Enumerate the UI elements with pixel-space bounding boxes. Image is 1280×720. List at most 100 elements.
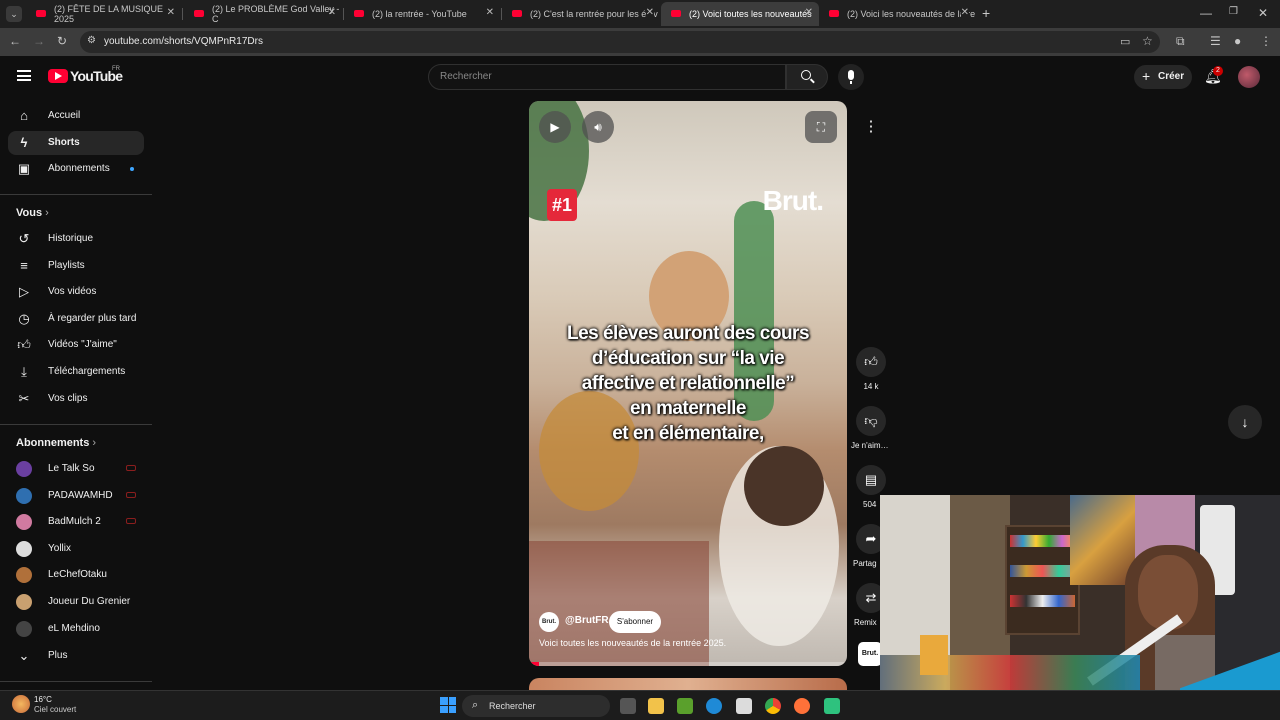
subscribe-button[interactable]: S'abonner [609,611,661,633]
close-tab-icon[interactable]: ✕ [805,7,813,18]
webcam-figures [1010,535,1075,547]
address-bar[interactable]: ⚙ youtube.com/shorts/VQMPnR17Drs ▭ ☆ [80,31,1160,53]
sidebar-divider [0,424,152,425]
sidebar-subscription-item[interactable]: BadMulch 2 [8,510,144,534]
sidebar-item-label: Accueil [48,110,81,121]
channel-handle[interactable]: @BrutFR [565,615,609,626]
close-tab-icon[interactable]: ✕ [328,7,336,18]
sidebar-item-playlists[interactable]: ≡ Playlists [8,254,144,278]
forward-icon[interactable]: → [33,34,45,48]
site-info-icon[interactable]: ⚙ [87,35,96,46]
video-frame-child-hair [744,446,824,526]
restore-icon[interactable]: ❐ [1229,6,1238,17]
close-tab-icon[interactable]: ✕ [486,7,494,18]
new-tab-button[interactable]: + [982,5,990,21]
youtube-logo-icon[interactable] [48,69,68,83]
cast-icon[interactable]: ▭ [1120,35,1130,48]
sidebar-subscription-item[interactable]: PADAWAMHD [8,484,144,508]
short-video-player[interactable]: ▶ 🔊︎ ⛶ #1 Brut. Les élèves auront des co… [529,101,847,666]
close-tab-icon[interactable]: ✕ [645,7,654,18]
video-caption: Les élèves auront des cours d’éducation … [529,321,847,446]
sidebar-item-home[interactable]: ⌂ Accueil [8,104,144,128]
taskbar-search[interactable]: ⌕ Rechercher [462,695,610,717]
play-button[interactable]: ▶ [539,111,571,143]
sidebar-item-history[interactable]: ↺ Historique [8,227,144,251]
back-icon[interactable]: ← [9,34,21,48]
volume-icon[interactable]: 🔊︎ [582,111,614,143]
media-controls-icon[interactable]: ☰ [1210,34,1221,48]
search-button[interactable] [786,64,828,90]
like-button[interactable]: 👍︎ [856,347,886,377]
short-title[interactable]: Voici toutes les nouveautés de la rentré… [539,638,726,648]
next-short-button[interactable]: ↓ [1228,405,1262,439]
sidebar-item-shorts[interactable]: ϟ Shorts [8,131,144,155]
search-input[interactable]: Rechercher [428,64,786,90]
reload-icon[interactable]: ↻ [57,34,67,48]
weather-temp[interactable]: 16°C [34,695,52,704]
sound-thumbnail[interactable]: Brut. [858,642,882,666]
app-icon[interactable] [824,698,840,714]
progress-fill [529,662,539,666]
minimize-icon[interactable]: — [1200,6,1212,20]
extensions-icon[interactable]: ⧉ [1176,34,1185,49]
sidebar-item-downloads[interactable]: ⤓ Téléchargements [8,360,144,384]
next-short-preview[interactable] [529,678,847,690]
store-icon[interactable] [736,698,752,714]
browser-menu-icon[interactable]: ⋮ [1260,34,1272,48]
shorts-icon: ϟ [20,135,28,150]
dislike-button[interactable]: 👎︎ [856,406,886,436]
close-tab-icon[interactable]: ✕ [167,7,175,18]
sidebar-item-label: Playlists [48,260,85,271]
search-icon: ⌕ [472,699,479,711]
chrome-icon[interactable] [765,698,781,714]
create-button[interactable]: + Créer [1134,65,1192,89]
task-view-icon[interactable] [620,698,636,714]
sidebar-subscription-item[interactable]: Le Talk So [8,457,144,481]
youtube-favicon-icon [512,10,522,17]
sidebar-item-liked-videos[interactable]: 👍︎ Vidéos "J'aime" [8,333,144,357]
voice-search-button[interactable] [838,64,864,90]
firefox-icon[interactable] [794,698,810,714]
caption-line: d’éducation sur “la vie [591,348,785,369]
subscriptions-section-heading[interactable]: Abonnements › [16,437,96,449]
browser-tab[interactable]: (2) Voici les nouveautés de la re ✕ [819,2,975,26]
menu-icon[interactable] [17,70,31,81]
comments-button[interactable]: ▤ [856,465,886,495]
sidebar-item-your-videos[interactable]: ▷ Vos vidéos [8,280,144,304]
weather-desc[interactable]: Ciel couvert [34,705,76,714]
browser-tab-active[interactable]: (2) Voici toutes les nouveautés ✕ [661,2,819,26]
account-avatar[interactable] [1238,66,1260,88]
sidebar-subscription-item[interactable]: Yollix [8,537,144,561]
browser-tab[interactable]: (2) la rentrée - YouTube ✕ [344,2,500,26]
webcam-cereal-box [920,635,948,675]
sidebar-item-subscriptions[interactable]: ▣ Abonnements [8,157,144,181]
sidebar-item-show-more[interactable]: ⌄ Plus [8,644,144,668]
tab-search-icon[interactable]: ⌄ [6,6,22,22]
nvidia-icon[interactable] [677,698,693,714]
sidebar-subscription-item[interactable]: LeChefOtaku [8,563,144,587]
sidebar-subscription-item[interactable]: eL Mehdino [8,617,144,641]
bookmark-star-icon[interactable]: ☆ [1142,34,1153,48]
weather-icon[interactable] [12,695,30,713]
edge-icon[interactable] [706,698,722,714]
file-explorer-icon[interactable] [648,698,664,714]
sidebar-item-clips[interactable]: ✂ Vos clips [8,387,144,411]
watch-later-icon: ◷ [18,311,30,326]
you-section-heading[interactable]: Vous › [16,207,49,219]
notification-count-badge: 2 [1213,66,1223,76]
sidebar-subscription-item[interactable]: Joueur Du Grenier [8,590,144,614]
close-tab-icon[interactable]: ✕ [960,7,969,18]
windows-start-icon[interactable] [440,697,456,713]
fullscreen-icon[interactable]: ⛶ [805,111,837,143]
channel-avatar[interactable]: Brut. [539,612,559,632]
more-options-icon[interactable]: ⋮ [856,112,886,142]
browser-tab[interactable]: (2) FÊTE DE LA MUSIQUE 2025 ✕ [26,2,181,26]
profile-icon[interactable]: ● [1234,34,1241,48]
caption-line: et en élémentaire, [612,423,764,444]
browser-tab[interactable]: (2) Le PROBLÈME God Valley - C ✕ [184,2,342,26]
window-close-icon[interactable]: ✕ [1258,6,1268,20]
browser-tab[interactable]: (2) C'est la rentrée pour les élèv ✕ [502,2,660,26]
progress-bar[interactable] [529,662,847,666]
sidebar-item-watch-later[interactable]: ◷ À regarder plus tard [8,307,144,331]
tab-title: (2) Voici les nouveautés de la re [847,9,975,19]
